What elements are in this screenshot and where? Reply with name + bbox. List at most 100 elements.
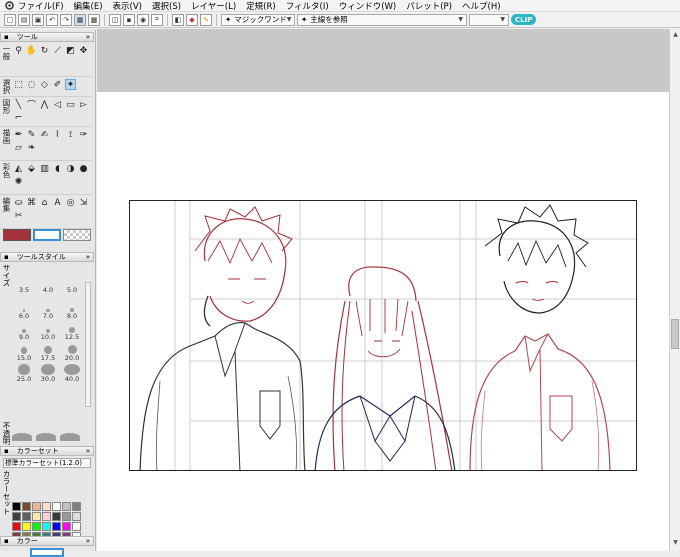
menu-help[interactable]: ヘルプ(H) [462, 0, 501, 12]
color-swatch[interactable] [62, 502, 71, 511]
rect-select-icon[interactable]: ⬚ [13, 79, 24, 90]
correction-icon[interactable]: ✂ [13, 210, 24, 221]
zoom-icon[interactable]: ⚲ [13, 45, 24, 56]
color-swatch[interactable] [22, 522, 31, 531]
color-picker-icon[interactable]: ◆ [186, 13, 198, 26]
decoration-icon[interactable]: ❧ [26, 142, 37, 153]
brush-size-preset[interactable]: 7.0 [36, 301, 60, 320]
color-swatch[interactable] [12, 502, 21, 511]
brush-size-preset[interactable]: 5.0 [60, 280, 84, 299]
artboard[interactable] [129, 200, 637, 471]
save-icon[interactable]: ▣ [32, 13, 44, 26]
color-panel-header[interactable]: ▪ カラー » [0, 536, 94, 546]
color-swatch[interactable] [12, 512, 21, 521]
brush-size-preset[interactable]: 9.0 [12, 322, 36, 341]
brush-size-preset[interactable]: 20.0 [60, 343, 84, 362]
balloon-icon[interactable]: ◎ [65, 197, 76, 208]
menu-palette[interactable]: パレット(P) [406, 0, 452, 12]
line-icon[interactable]: ╲ [13, 99, 24, 110]
lasso-icon[interactable]: ◌ [26, 79, 37, 90]
liquify-icon[interactable]: ◑ [65, 163, 76, 174]
opacity-dot[interactable] [60, 433, 80, 441]
vertical-scrollbar[interactable]: ▲ ▼ [669, 29, 680, 551]
color-swatch[interactable] [22, 502, 31, 511]
menu-filter[interactable]: フィルタ(I) [286, 0, 329, 12]
opacity-dot[interactable] [36, 433, 56, 441]
transparent-color-swatch[interactable] [63, 229, 91, 241]
object-icon[interactable]: ◩ [65, 45, 76, 56]
color-swatch[interactable] [72, 522, 81, 531]
fill-icon[interactable]: ⬙ [26, 163, 37, 174]
airbrush-icon[interactable]: ⟟ [65, 129, 76, 140]
color-swatch[interactable] [52, 512, 61, 521]
color-swatch[interactable] [72, 502, 81, 511]
redo-icon[interactable]: ↷ [60, 13, 72, 26]
brush-size-preset[interactable]: 40.0 [60, 364, 84, 383]
eyedropper-icon[interactable]: ⟋ [52, 45, 63, 56]
clear-icon[interactable]: ◫ [109, 13, 121, 26]
crop-icon[interactable]: ⌗ [151, 13, 163, 26]
brush-size-scrollbar[interactable] [85, 282, 91, 407]
polyline-select-icon[interactable]: ◇ [39, 79, 50, 90]
brush-size-preset[interactable]: 25.0 [12, 364, 36, 383]
scrollbar-thumb[interactable] [671, 319, 679, 349]
panel-collapse-icon[interactable]: » [86, 447, 90, 455]
marker-icon[interactable]: ✍ [39, 129, 50, 140]
new-canvas-icon[interactable]: □ [4, 13, 16, 26]
tool-panel-header[interactable]: ▪ ツール » [0, 32, 94, 42]
curve-ruler-icon[interactable]: ⌐ [13, 112, 24, 123]
selection-pen-icon[interactable]: ✐ [52, 79, 63, 90]
open-file-icon[interactable]: ▤ [18, 13, 30, 26]
brush-size-preset[interactable]: 8.0 [60, 301, 84, 320]
reference-select[interactable]: ✦ 主線を参照 ▼ [297, 13, 467, 26]
color-swatch[interactable] [32, 522, 41, 531]
rectangle-icon[interactable]: ▭ [65, 99, 76, 110]
brush-icon[interactable]: ⌇ [52, 129, 63, 140]
move-icon[interactable]: ✥ [78, 45, 89, 56]
transform-icon[interactable]: ▦ [74, 13, 86, 26]
clip-badge[interactable]: CLIP [511, 14, 537, 25]
ruler-icon[interactable]: ⇲ [78, 197, 89, 208]
color-swatch[interactable] [42, 522, 51, 531]
hand-icon[interactable]: ✋ [26, 45, 37, 56]
tool-style-header[interactable]: ▪ ツールスタイル » [0, 252, 94, 262]
color-swatch[interactable] [12, 522, 21, 531]
color-swatch[interactable] [42, 512, 51, 521]
brush-size-preset[interactable]: 17.5 [36, 343, 60, 362]
magic-wand-icon[interactable]: ✦ [65, 79, 76, 90]
color-swatch[interactable] [32, 512, 41, 521]
color-swatch[interactable] [22, 512, 31, 521]
palette-icon[interactable]: ✎ [200, 13, 212, 26]
menu-file[interactable]: ファイル(F) [18, 0, 64, 12]
brush-size-preset[interactable]: 12.5 [60, 322, 84, 341]
main-color-swatch[interactable] [3, 229, 31, 241]
color-set-header[interactable]: ▪ カラーセット » [0, 446, 94, 456]
tool-option-select[interactable]: ✦ マジックワンド ▼ [221, 13, 295, 26]
scroll-up-icon[interactable]: ▲ [671, 31, 680, 41]
sub-color-swatch[interactable] [33, 229, 61, 241]
menu-layer[interactable]: レイヤー(L) [191, 0, 236, 12]
menu-edit[interactable]: 編集(E) [74, 0, 103, 12]
grid-icon[interactable]: ▩ [88, 13, 100, 26]
app-icon[interactable] [3, 1, 15, 11]
panel-collapse-icon[interactable]: » [86, 253, 90, 261]
color-swatch[interactable] [52, 502, 61, 511]
color-swatch[interactable] [52, 522, 61, 531]
pencil-icon[interactable]: ✎ [26, 129, 37, 140]
menu-window[interactable]: ウィンドウ(W) [339, 0, 397, 12]
pen-icon[interactable]: ✒ [13, 129, 24, 140]
stamp-icon[interactable]: ⛀ [13, 197, 24, 208]
brush-size-preset[interactable]: 30.0 [36, 364, 60, 383]
brush-size-preset[interactable]: 15.0 [12, 343, 36, 362]
menu-select[interactable]: 選択(S) [152, 0, 181, 12]
menu-ruler[interactable]: 定規(R) [246, 0, 276, 12]
frame-icon[interactable]: ⌂ [39, 197, 50, 208]
ink-icon[interactable]: ✑ [78, 129, 89, 140]
fill-icon[interactable]: ▪ [123, 13, 135, 26]
fill-bucket-icon[interactable]: ◭ [13, 163, 24, 174]
color-swatch[interactable] [32, 502, 41, 511]
polygon-icon[interactable]: ◁ [52, 99, 63, 110]
pick-color-icon[interactable]: ● [78, 163, 89, 174]
color-set-select[interactable]: 標準カラーセット(1.2.0) [3, 458, 91, 468]
undo-icon[interactable]: ↶ [46, 13, 58, 26]
